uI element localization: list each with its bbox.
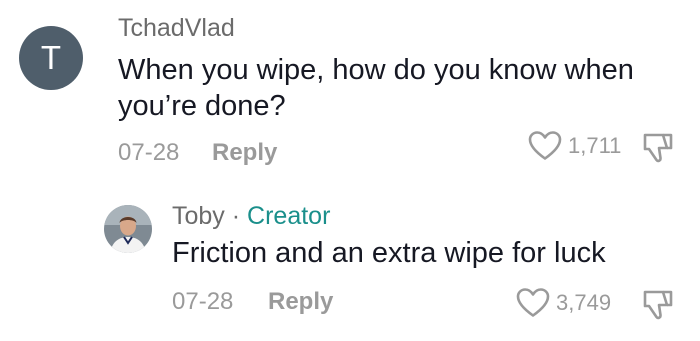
reply-username-line: Toby · Creator: [172, 202, 330, 231]
thumbs-down-icon: [643, 133, 673, 163]
comment-username[interactable]: TchadVlad: [118, 14, 235, 43]
reply-date: 07-28: [172, 288, 234, 315]
separator-dot: ·: [231, 202, 241, 230]
reply-like-button[interactable]: 3,749: [516, 287, 611, 318]
reply-username[interactable]: Toby: [172, 202, 225, 230]
creator-badge: Creator: [247, 202, 331, 230]
heart-icon: [528, 131, 562, 160]
reply-like-count: 3,749: [556, 289, 612, 315]
comment-text: When you wipe, how do you know when you’…: [118, 54, 634, 122]
creator-avatar[interactable]: [104, 205, 152, 253]
comment-date: 07-28: [118, 139, 180, 166]
heart-icon: [516, 288, 550, 317]
profile-photo: [104, 205, 152, 253]
like-button[interactable]: 1,711: [528, 130, 621, 161]
avatar-letter: T: [40, 39, 62, 76]
reply-reply-button[interactable]: Reply: [268, 288, 333, 316]
reply-text: Friction and an extra wipe for luck: [172, 237, 606, 269]
avatar[interactable]: T: [19, 26, 83, 90]
reply-button[interactable]: Reply: [212, 139, 277, 167]
reply-dislike-button[interactable]: [641, 289, 675, 326]
dislike-button[interactable]: [641, 132, 675, 169]
thumbs-down-icon: [643, 290, 673, 320]
like-count: 1,711: [568, 132, 622, 158]
